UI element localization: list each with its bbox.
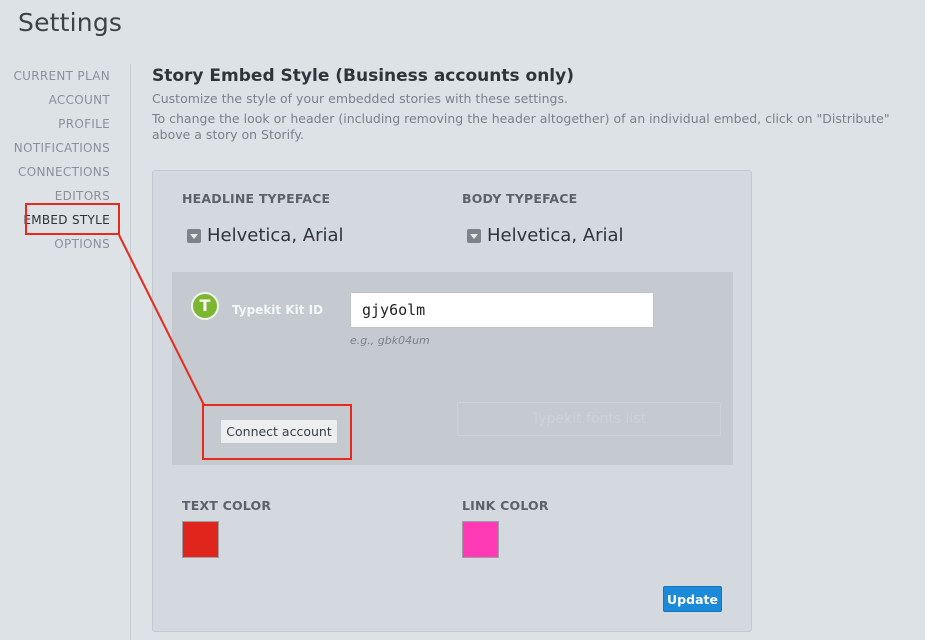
embed-style-panel: HEADLINE TYPEFACE Helvetica, Arial BODY … (152, 170, 752, 632)
settings-sidebar: CURRENT PLAN ACCOUNT PROFILE NOTIFICATIO… (0, 64, 131, 640)
typekit-logo-icon: T (191, 292, 219, 320)
annotation-box-connect-account (202, 404, 352, 460)
section-title: Story Embed Style (Business accounts onl… (152, 66, 574, 86)
sidebar-item-connections[interactable]: CONNECTIONS (0, 160, 130, 184)
embed-style-header: Story Embed Style (Business accounts onl… (152, 66, 912, 143)
sidebar-item-account[interactable]: ACCOUNT (0, 88, 130, 112)
typekit-kit-id-label: Typekit Kit ID (232, 303, 324, 317)
dropdown-caret-icon (187, 228, 201, 243)
body-typeface-label: BODY TYPEFACE (462, 191, 578, 206)
link-color-swatch[interactable] (462, 521, 499, 558)
headline-typeface-label: HEADLINE TYPEFACE (182, 191, 331, 206)
update-button[interactable]: Update (663, 586, 722, 612)
typekit-fonts-ghost-button: Typekit fonts list (457, 402, 721, 436)
sidebar-item-options[interactable]: OPTIONS (0, 232, 130, 256)
typekit-kit-id-input[interactable] (350, 292, 654, 328)
page-title: Settings (18, 8, 123, 37)
body-typeface-select[interactable]: Helvetica, Arial (467, 225, 624, 246)
sidebar-item-profile[interactable]: PROFILE (0, 112, 130, 136)
annotation-box-embed-style (25, 203, 120, 235)
body-typeface-value: Helvetica, Arial (487, 225, 624, 246)
text-color-swatch[interactable] (182, 521, 219, 558)
dropdown-caret-icon (467, 228, 481, 243)
section-note: To change the look or header (including … (152, 111, 890, 142)
headline-typeface-value: Helvetica, Arial (207, 225, 344, 246)
typekit-kit-id-hint: e.g., gbk04um (350, 334, 430, 347)
text-color-label: TEXT COLOR (182, 498, 272, 513)
sidebar-item-current-plan[interactable]: CURRENT PLAN (0, 64, 130, 88)
sidebar-item-notifications[interactable]: NOTIFICATIONS (0, 136, 130, 160)
section-description: Customize the style of your embedded sto… (152, 91, 568, 106)
link-color-label: LINK COLOR (462, 498, 549, 513)
headline-typeface-select[interactable]: Helvetica, Arial (187, 225, 344, 246)
